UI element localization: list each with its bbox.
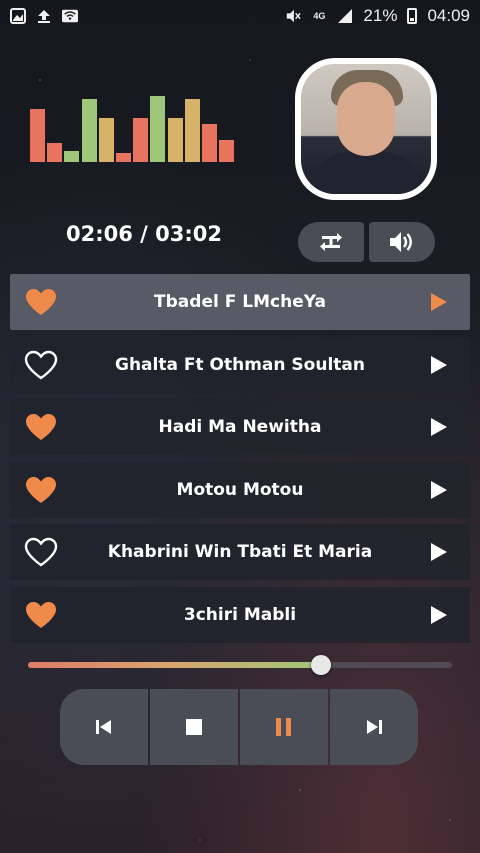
song-title: Motou Motou	[176, 479, 304, 500]
clock: 04:09	[427, 6, 470, 25]
equalizer-bar	[202, 124, 217, 162]
skip-next-icon	[367, 720, 382, 734]
equalizer-bar	[167, 118, 183, 162]
play-icon[interactable]	[430, 542, 448, 562]
song-title: Khabrini Win Tbati Et Maria	[107, 542, 373, 562]
play-icon[interactable]	[430, 605, 448, 625]
heart-filled-icon[interactable]	[24, 600, 58, 630]
equalizer-visualizer	[30, 90, 235, 162]
play-icon[interactable]	[430, 355, 448, 375]
artist-avatar	[295, 58, 437, 200]
mute-icon	[285, 8, 302, 24]
pause-icon	[276, 718, 291, 736]
play-icon[interactable]	[430, 292, 448, 312]
pause-button[interactable]	[240, 689, 328, 765]
song-title: Ghalta Ft Othman Soultan	[115, 354, 365, 375]
repeat-one-icon	[320, 233, 342, 251]
equalizer-bar	[184, 99, 200, 162]
wifi-icon	[62, 8, 78, 24]
seek-bar[interactable]	[28, 655, 452, 675]
skip-previous-icon	[96, 720, 111, 734]
signal-icon	[337, 8, 353, 24]
heart-outline-icon[interactable]	[24, 537, 58, 567]
equalizer-bar	[116, 153, 131, 162]
heart-filled-icon[interactable]	[24, 475, 58, 505]
equalizer-bar	[64, 151, 80, 162]
play-icon[interactable]	[430, 480, 448, 500]
stop-button[interactable]	[150, 689, 238, 765]
equalizer-bar	[81, 99, 97, 162]
battery-icon	[407, 8, 418, 24]
heart-outline-icon[interactable]	[24, 350, 58, 380]
network-type-label: 4G	[313, 10, 326, 21]
stop-icon	[186, 719, 202, 735]
seek-thumb[interactable]	[310, 655, 331, 675]
equalizer-bar	[133, 118, 149, 162]
seek-fill	[28, 662, 321, 668]
transport-controls	[60, 689, 418, 765]
song-row[interactable]: Hadi Ma Newitha	[10, 399, 470, 455]
heart-filled-icon[interactable]	[24, 287, 58, 317]
equalizer-bar	[98, 118, 114, 162]
song-row[interactable]: Ghalta Ft Othman Soultan	[10, 336, 470, 393]
playlist: Tbadel F LMcheYa Ghalta Ft Othman Soulta…	[10, 274, 470, 649]
equalizer-bar	[30, 109, 45, 162]
playback-time: 02:06 / 03:02	[66, 222, 222, 246]
equalizer-bar	[150, 96, 166, 162]
song-title: Tbadel F LMcheYa	[154, 292, 326, 312]
gallery-icon	[10, 8, 26, 24]
volume-icon	[390, 232, 412, 252]
play-icon[interactable]	[430, 417, 448, 437]
heart-filled-icon[interactable]	[24, 412, 58, 442]
equalizer-bar	[219, 140, 235, 162]
battery-percent: 21%	[363, 6, 398, 25]
song-row[interactable]: Tbadel F LMcheYa	[10, 274, 470, 330]
upload-icon	[36, 8, 52, 24]
song-title: 3chiri Mabli	[183, 604, 297, 625]
previous-button[interactable]	[60, 689, 148, 765]
song-row[interactable]: Motou Motou	[10, 461, 470, 518]
equalizer-bar	[47, 143, 63, 162]
repeat-button[interactable]	[298, 222, 364, 262]
song-row[interactable]: Khabrini Win Tbati Et Maria	[10, 524, 470, 580]
next-button[interactable]	[330, 689, 418, 765]
volume-button[interactable]	[369, 222, 435, 262]
song-title: Hadi Ma Newitha	[158, 417, 322, 437]
song-row[interactable]: 3chiri Mabli	[10, 586, 470, 643]
status-bar: 4G 21% 04:09	[0, 0, 480, 32]
